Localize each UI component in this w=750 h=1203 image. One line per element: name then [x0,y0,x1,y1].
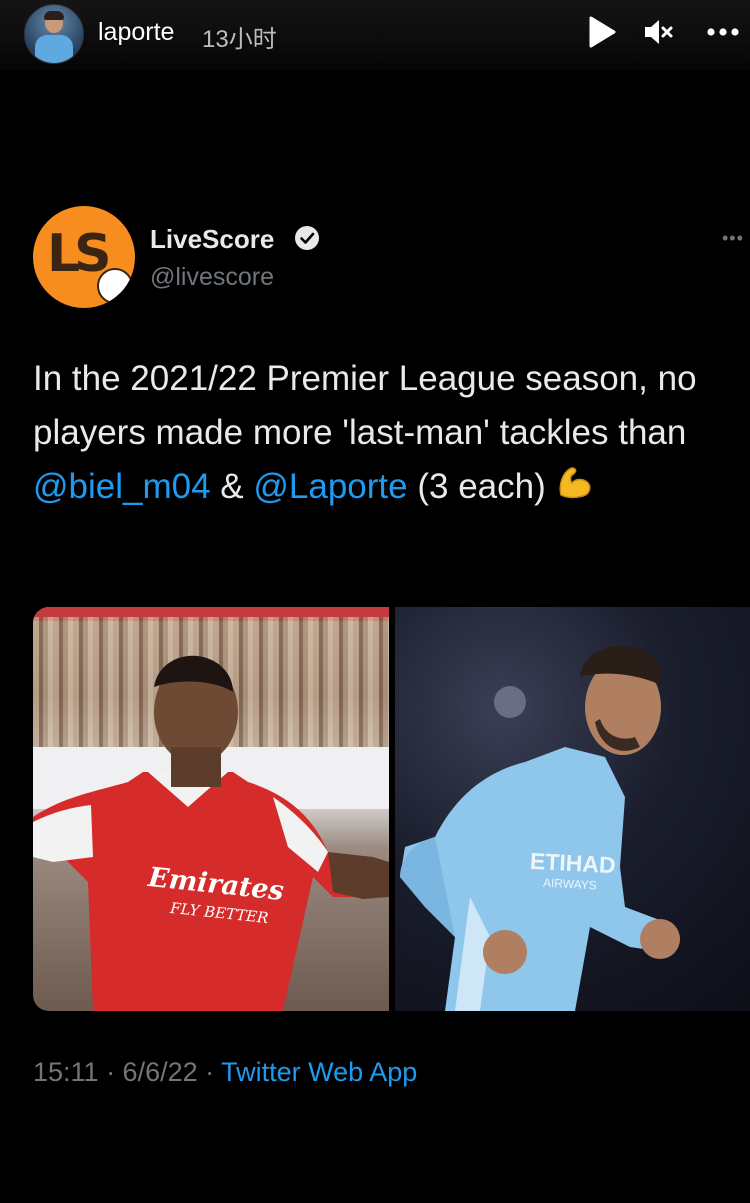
tweet-handle[interactable]: @livescore [150,263,274,292]
story-username[interactable]: laporte [98,18,174,47]
photo-city-player[interactable]: ETIHAD AIRWAYS [395,607,750,1011]
photo-arsenal-player[interactable]: Emirates FLY BETTER [33,607,389,1011]
avatar[interactable] [24,4,84,64]
tweet-text: In the 2021/22 Premier League season, no… [33,352,745,517]
mute-icon[interactable] [642,16,674,53]
mention-link[interactable]: @biel_m04 [33,467,211,506]
tweet-footer: 15:11 · 6/6/22 · Twitter Web App [33,1057,417,1088]
shirt-sponsor-text: ETIHAD [529,847,617,879]
story-time-ago: 13小时 [202,26,277,53]
tweet-timestamp[interactable]: 15:11 · 6/6/22 · [33,1057,221,1087]
mention-link[interactable]: @Laporte [253,467,407,506]
verified-badge-icon [294,225,320,256]
play-icon[interactable] [588,16,616,53]
tweet-more-icon[interactable]: ••• [722,228,744,249]
shirt-sponsor-subtext: AIRWAYS [542,875,598,893]
tweet-media[interactable]: Emirates FLY BETTER ETIHAD AIRWAYS [33,607,750,1011]
more-icon[interactable] [706,18,740,51]
tweet-text-part: & [210,467,254,506]
flexed-biceps-icon [555,461,595,517]
tweet-account-name[interactable]: LiveScore [150,224,274,255]
tweet-source-link[interactable]: Twitter Web App [221,1057,417,1087]
tweet-text-part: In the 2021/22 Premier League season, no… [33,359,697,452]
tweet-text-part: (3 each) [407,467,556,506]
livescore-logo[interactable]: LS [33,206,135,308]
